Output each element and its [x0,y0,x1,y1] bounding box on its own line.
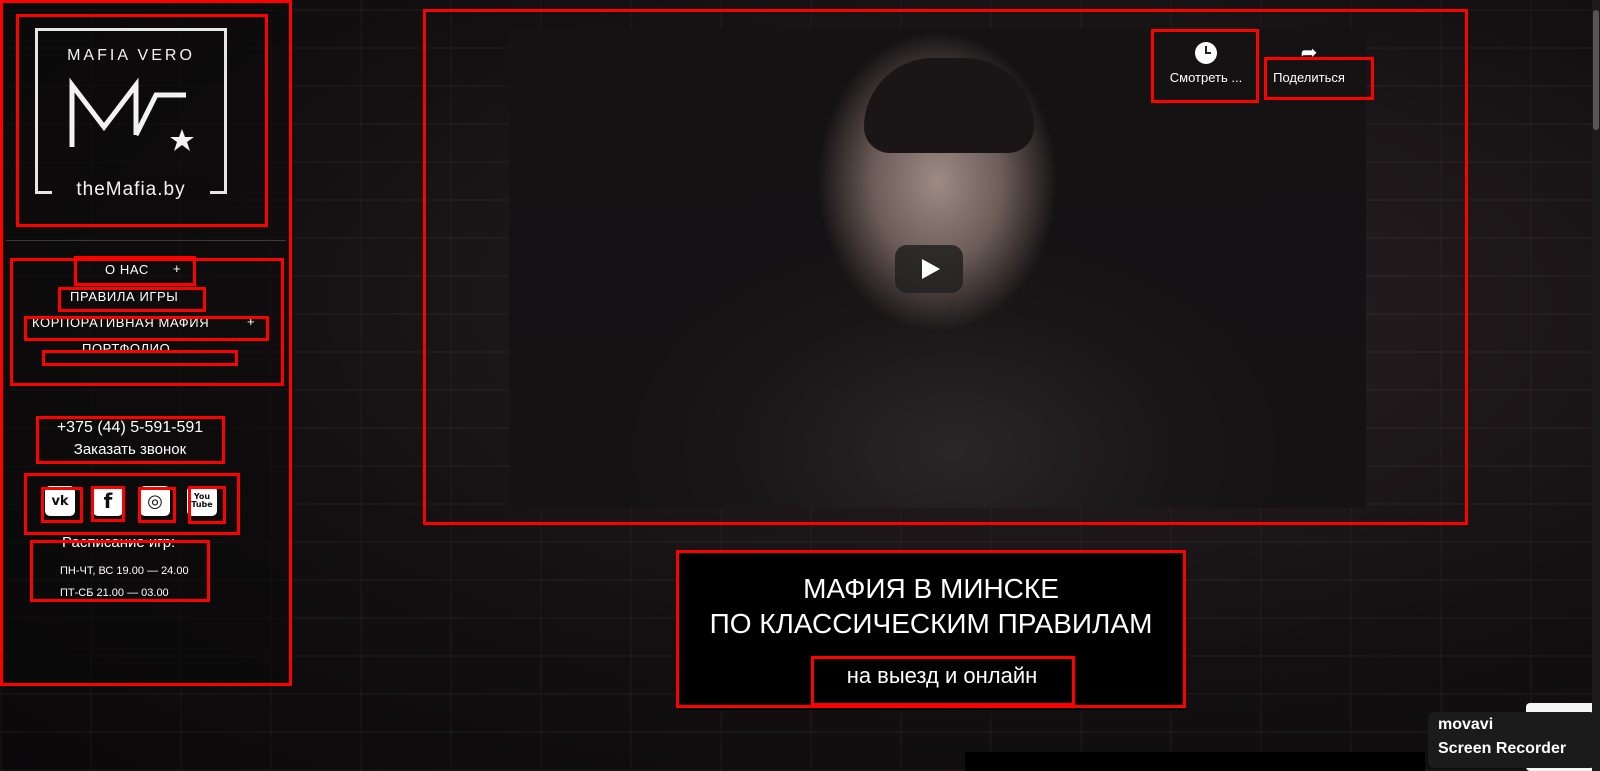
scrollbar[interactable] [1592,0,1600,771]
recorder-label: Screen Recorder [1438,740,1567,757]
annotation-box-contact [36,416,225,464]
annotation-box-facebook [91,486,125,522]
annotation-box-share [1264,57,1374,100]
annotation-box-menu-corporate [24,316,269,341]
scrollbar-thumb[interactable] [1593,10,1599,130]
annotation-box-watch-later [1151,29,1259,103]
annotation-box-logo [16,14,268,227]
annotation-box-youtube [188,486,226,524]
recorder-watermark: movavi Screen Recorder [1428,712,1596,768]
annotation-box-schedule [30,540,210,602]
annotation-box-vk [41,487,83,523]
annotation-box-menu-about [74,256,196,286]
annotation-box-menu-portfolio [42,350,238,366]
annotation-box-subtitle [811,656,1075,706]
recorder-brand: movavi [1438,716,1494,733]
annotation-box-menu-rules [58,287,206,312]
bottom-strip [965,752,1425,771]
annotation-box-instagram [138,487,176,523]
